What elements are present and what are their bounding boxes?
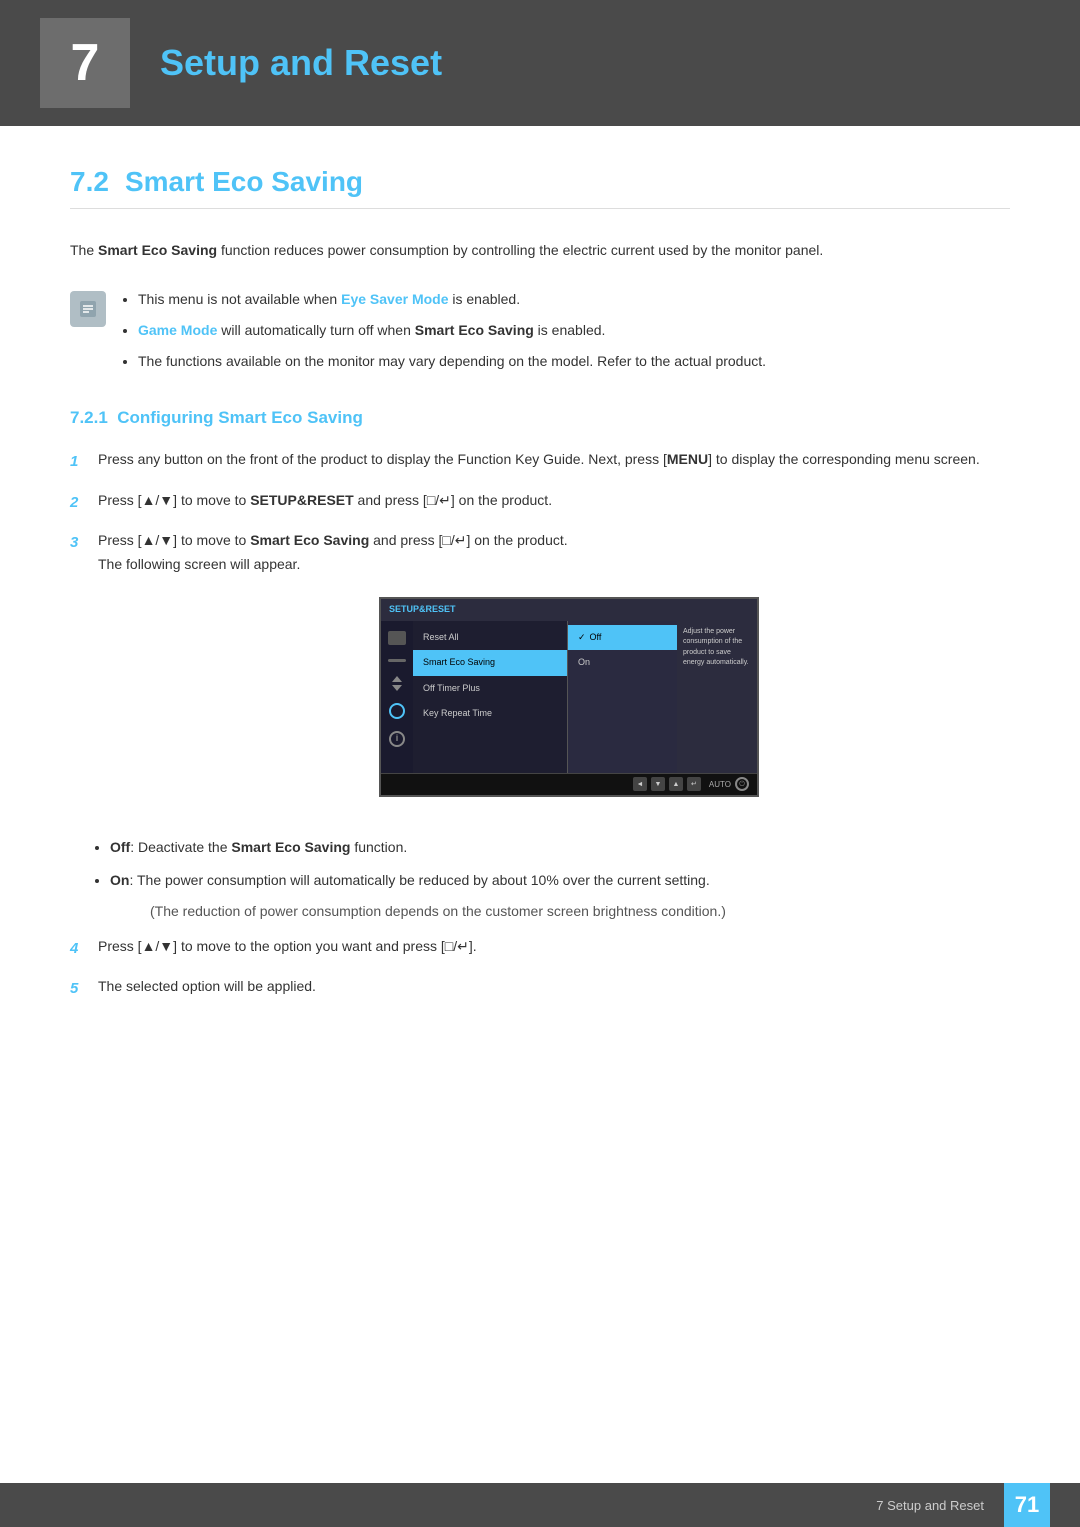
step-4-number: 4: [70, 936, 88, 962]
intro-paragraph: The Smart Eco Saving function reduces po…: [70, 239, 1010, 263]
screen-left-icons: i: [381, 621, 413, 773]
step-5-text: The selected option will be applied.: [98, 975, 1010, 999]
submenu-off: ✓ Off: [568, 625, 677, 650]
gear-icon: [389, 703, 405, 719]
screen-icon-1: [388, 631, 406, 645]
step-1-text: Press any button on the front of the pro…: [98, 448, 1010, 472]
off-label: Off: [110, 839, 130, 855]
main-content: 7.2 Smart Eco Saving The Smart Eco Saving…: [0, 126, 1080, 1096]
step-5-number: 5: [70, 976, 88, 1002]
bullet-on: On: The power consumption will automatic…: [110, 868, 1010, 924]
section-number: 7.2: [70, 166, 109, 197]
screen-side-note: Adjust the power consumption of the prod…: [677, 621, 757, 773]
section-title: Smart Eco Saving: [125, 166, 363, 197]
chapter-number-box: 7: [40, 18, 130, 108]
game-mode-link: Game Mode: [138, 322, 217, 338]
btn-down: ▼: [651, 777, 665, 791]
screen-icon-arrows: [392, 676, 402, 691]
steps-list: 1 Press any button on the front of the p…: [70, 448, 1010, 821]
screen-menu-title: SETUP&RESET: [389, 602, 456, 617]
up-arrow: [392, 676, 402, 682]
step-4-text: Press [▲/▼] to move to the option you wa…: [98, 935, 1010, 959]
intro-text-after: function reduces power consumption by co…: [217, 242, 823, 258]
chapter-title: Setup and Reset: [160, 42, 442, 84]
footer: 7 Setup and Reset 71: [0, 1483, 1080, 1527]
subsection-number: 7.2.1: [70, 408, 108, 427]
screen-container: SETUP&RESET: [128, 597, 1010, 797]
power-btn: ⏻: [735, 777, 749, 791]
btn-up: ▲: [669, 777, 683, 791]
screen-body: i Reset All Smart Eco Saving Off Timer P…: [381, 621, 757, 773]
bullet-off: Off: Deactivate the Smart Eco Saving fun…: [110, 835, 1010, 860]
step-2: 2 Press [▲/▼] to move to SETUP&RESET and…: [70, 489, 1010, 516]
steps-continued: 4 Press [▲/▼] to move to the option you …: [70, 935, 1010, 1002]
smart-eco-ref-off: Smart Eco Saving: [231, 839, 350, 855]
screen-icon-2: [388, 659, 406, 662]
section-heading: 7.2 Smart Eco Saving: [70, 166, 1010, 209]
footer-page-number: 71: [1004, 1483, 1050, 1527]
screen-top-bar: SETUP&RESET: [381, 599, 757, 621]
screen-menu-list: Reset All Smart Eco Saving Off Timer Plu…: [413, 621, 567, 773]
bullet-options-list: Off: Deactivate the Smart Eco Saving fun…: [70, 835, 1010, 925]
menu-item-reset-all: Reset All: [413, 625, 567, 650]
step-3: 3 Press [▲/▼] to move to Smart Eco Savin…: [70, 529, 1010, 821]
menu-item-smart-eco: Smart Eco Saving: [413, 650, 567, 675]
smart-eco-saving-ref: Smart Eco Saving: [415, 322, 534, 338]
intro-bold-term: Smart Eco Saving: [98, 242, 217, 258]
btn-left: ◄: [633, 777, 647, 791]
btn-enter: ↵: [687, 777, 701, 791]
step-1-number: 1: [70, 449, 88, 475]
note-icon: [70, 291, 106, 327]
step-3-text: Press [▲/▼] to move to Smart Eco Saving …: [98, 529, 1010, 821]
eye-saver-link: Eye Saver Mode: [341, 291, 448, 307]
monitor-screen: SETUP&RESET: [379, 597, 759, 797]
header-banner: 7 Setup and Reset: [0, 0, 1080, 126]
screen-submenu: ✓ Off On: [567, 621, 677, 773]
note-item-1: This menu is not available when Eye Save…: [138, 287, 766, 312]
note-box: This menu is not available when Eye Save…: [70, 287, 1010, 381]
step-4: 4 Press [▲/▼] to move to the option you …: [70, 935, 1010, 962]
step-2-text: Press [▲/▼] to move to SETUP&RESET and p…: [98, 489, 1010, 513]
step-5: 5 The selected option will be applied.: [70, 975, 1010, 1002]
step-3-subtext: The following screen will appear.: [98, 556, 300, 572]
footer-text: 7 Setup and Reset: [876, 1498, 984, 1513]
step-2-number: 2: [70, 490, 88, 516]
note-item-3: The functions available on the monitor m…: [138, 349, 766, 374]
chapter-number: 7: [71, 33, 100, 93]
note-list: This menu is not available when Eye Save…: [120, 287, 766, 381]
menu-item-off-timer: Off Timer Plus: [413, 676, 567, 701]
subsection-title: Configuring Smart Eco Saving: [117, 408, 363, 427]
check-mark: ✓: [578, 630, 586, 645]
info-icon: i: [389, 731, 405, 747]
step-3-number: 3: [70, 530, 88, 556]
note-item-2: Game Mode will automatically turn off wh…: [138, 318, 766, 343]
bottom-auto: AUTO: [709, 778, 731, 792]
menu-item-key-repeat: Key Repeat Time: [413, 701, 567, 726]
down-arrow: [392, 685, 402, 691]
screen-bottom-bar: ◄ ▼ ▲ ↵ AUTO ⏻: [381, 773, 757, 795]
step-1: 1 Press any button on the front of the p…: [70, 448, 1010, 475]
submenu-on: On: [568, 650, 677, 675]
subsection-heading: 7.2.1 Configuring Smart Eco Saving: [70, 408, 1010, 428]
reduction-note: (The reduction of power consumption depe…: [150, 899, 1010, 924]
on-label: On: [110, 872, 129, 888]
